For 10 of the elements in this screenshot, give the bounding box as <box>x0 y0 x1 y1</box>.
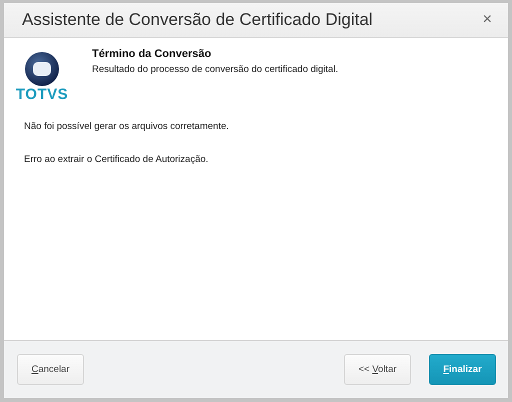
step-title: Término da Conversão <box>92 48 212 60</box>
step-subtitle: Resultado do processo de conversão do certificado digital. <box>92 64 338 75</box>
error-message: Erro ao extrair o Certificado de Autorização. <box>24 154 210 165</box>
logo-text: TOTVS <box>16 86 68 103</box>
window-title: Assistente de Conversão de Certificado Digital <box>22 10 373 30</box>
cancel-button[interactable]: Cancelar <box>17 354 84 385</box>
close-button[interactable]: × <box>478 11 496 29</box>
back-button[interactable]: << Voltar <box>344 354 411 385</box>
error-message: Não foi possível gerar os arquivos corretamente. <box>24 121 230 132</box>
logo-icon <box>25 52 59 86</box>
